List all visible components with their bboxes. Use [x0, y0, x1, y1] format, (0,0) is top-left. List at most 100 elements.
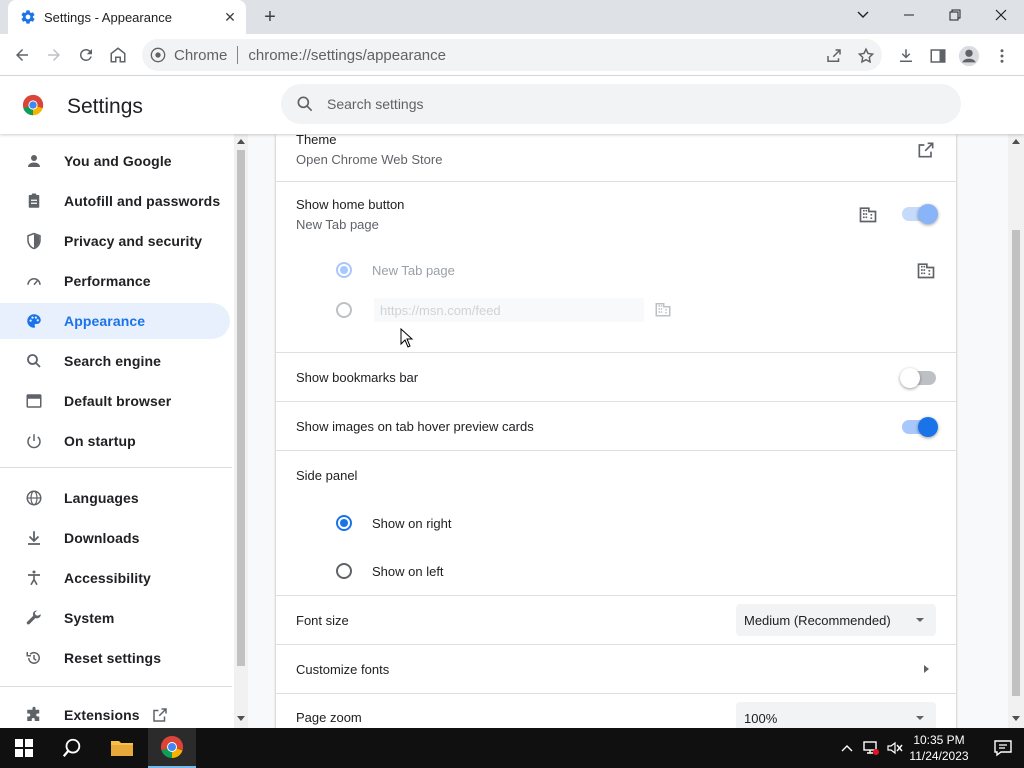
kebab-menu-icon[interactable] — [991, 45, 1013, 67]
hover-images-toggle[interactable] — [902, 417, 938, 437]
sidebar-item-performance[interactable]: Performance — [0, 263, 230, 299]
side-panel-left-label: Show on left — [372, 564, 444, 579]
back-button[interactable] — [10, 43, 34, 67]
browser-toolbar: Chrome chrome://settings/appearance — [0, 34, 1024, 76]
customize-fonts-title[interactable]: Customize fonts — [296, 662, 389, 677]
font-size-select[interactable]: Medium (Recommended) — [736, 604, 936, 636]
downloads-icon[interactable] — [895, 45, 917, 67]
page-zoom-select[interactable]: 100% — [736, 702, 936, 728]
folder-icon — [111, 741, 133, 756]
chrome-logo-icon — [22, 94, 44, 116]
sidebar-item-you-and-google[interactable]: You and Google — [0, 143, 230, 179]
restore-button[interactable] — [941, 4, 969, 28]
new-tab-button[interactable]: + — [258, 5, 282, 29]
forward-arrow-icon — [48, 49, 60, 61]
bookmarks-bar-title: Show bookmarks bar — [296, 370, 419, 385]
clock-date: 11/24/2023 — [909, 749, 969, 763]
start-button[interactable] — [0, 728, 48, 768]
windows-taskbar: 10:35 PM 11/24/2023 — [0, 728, 1024, 768]
omnibox-chip: Chrome — [174, 46, 228, 64]
sidebar-item-label: Appearance — [64, 313, 146, 329]
home-button-subtitle: New Tab page — [296, 217, 379, 232]
minimize-button[interactable] — [895, 4, 923, 28]
row-divider — [276, 401, 956, 402]
sidebar-item-label: System — [64, 610, 115, 626]
row-divider — [276, 181, 956, 182]
gear-icon — [21, 10, 35, 24]
side-panel-left-radio[interactable] — [336, 563, 352, 579]
show-hidden-icons-chevron-icon[interactable] — [838, 728, 856, 768]
sidebar-item-label: Privacy and security — [64, 233, 203, 249]
forward-button[interactable] — [42, 43, 66, 67]
open-external-icon[interactable] — [916, 140, 936, 160]
dropdown-arrow-icon — [916, 618, 924, 622]
enterprise-building-icon — [917, 263, 935, 279]
mouse-cursor-icon — [400, 328, 414, 348]
theme-subtitle: Open Chrome Web Store — [296, 152, 443, 167]
sidebar-item-privacy[interactable]: Privacy and security — [0, 223, 230, 259]
font-size-title: Font size — [296, 613, 349, 628]
sidebar-item-label: Autofill and passwords — [64, 193, 221, 209]
reload-button[interactable] — [74, 43, 98, 67]
toggle-knob — [918, 417, 938, 437]
search-input[interactable] — [327, 96, 927, 112]
sidebar-item-accessibility[interactable]: Accessibility — [0, 560, 230, 596]
taskbar-clock[interactable]: 10:35 PM 11/24/2023 — [896, 732, 982, 764]
scroll-up-arrow-icon — [237, 139, 245, 144]
search-box[interactable] — [281, 84, 961, 124]
main-scrollbar[interactable] — [1008, 134, 1024, 728]
home-new-tab-radio[interactable] — [336, 262, 352, 278]
shield-icon — [24, 231, 44, 251]
sidebar-item-label: Search engine — [64, 353, 162, 369]
tab-search-chevron-icon[interactable] — [849, 4, 877, 28]
side-panel-right-radio[interactable] — [336, 515, 352, 531]
network-icon[interactable] — [860, 728, 882, 768]
profile-avatar-icon[interactable] — [958, 45, 980, 67]
omnibox-url[interactable]: chrome://settings/appearance — [248, 47, 446, 64]
sidebar-item-languages[interactable]: Languages — [0, 480, 230, 516]
theme-title: Theme — [296, 134, 337, 147]
tab-settings[interactable]: Settings - Appearance ✕ — [8, 0, 246, 34]
row-divider — [276, 595, 956, 596]
sidebar-item-on-startup[interactable]: On startup — [0, 423, 230, 459]
sidebar-item-default-browser[interactable]: Default browser — [0, 383, 230, 419]
main-scrollbar-thumb[interactable] — [1012, 230, 1020, 696]
settings-sidebar: You and Google Autofill and passwords Pr… — [0, 134, 232, 728]
home-custom-url-radio[interactable] — [336, 302, 352, 318]
row-divider — [276, 352, 956, 353]
home-new-tab-label: New Tab page — [372, 263, 455, 278]
sidebar-item-extensions[interactable]: Extensions — [0, 697, 230, 728]
taskbar-search-button[interactable] — [48, 728, 96, 768]
appearance-card: Theme Open Chrome Web Store Show home bu… — [276, 134, 956, 728]
close-window-button[interactable] — [987, 4, 1015, 28]
home-icon — [110, 47, 126, 63]
omnibox[interactable]: Chrome chrome://settings/appearance — [142, 39, 882, 71]
chevron-right-icon[interactable] — [920, 663, 932, 675]
sidebar-item-search-engine[interactable]: Search engine — [0, 343, 230, 379]
action-center-button[interactable] — [982, 728, 1024, 768]
download-icon — [24, 528, 44, 548]
omnibox-separator — [237, 46, 239, 64]
home-button-toggle[interactable] — [902, 204, 938, 224]
scroll-up-arrow-icon — [1012, 139, 1020, 144]
sidebar-item-reset-settings[interactable]: Reset settings — [0, 640, 230, 676]
sidebar-scrollbar[interactable] — [234, 134, 248, 728]
home-button-title: Show home button — [296, 197, 405, 212]
chrome-taskbar-button[interactable] — [148, 728, 196, 768]
sidebar-item-system[interactable]: System — [0, 600, 230, 636]
bookmarks-bar-toggle[interactable] — [900, 368, 936, 388]
bookmark-star-icon[interactable] — [855, 45, 877, 67]
home-url-input[interactable] — [374, 298, 644, 322]
power-icon — [24, 431, 44, 451]
file-explorer-button[interactable] — [98, 728, 146, 768]
sidebar-item-autofill[interactable]: Autofill and passwords — [0, 183, 230, 219]
sidebar-item-appearance[interactable]: Appearance — [0, 303, 230, 339]
font-size-value: Medium (Recommended) — [744, 612, 891, 628]
side-panel-icon[interactable] — [927, 45, 949, 67]
row-divider — [276, 450, 956, 451]
sidebar-scrollbar-thumb[interactable] — [237, 150, 245, 666]
share-icon[interactable] — [823, 45, 845, 67]
close-tab-icon[interactable]: ✕ — [222, 9, 238, 25]
sidebar-item-downloads[interactable]: Downloads — [0, 520, 230, 556]
home-button[interactable] — [106, 43, 130, 67]
